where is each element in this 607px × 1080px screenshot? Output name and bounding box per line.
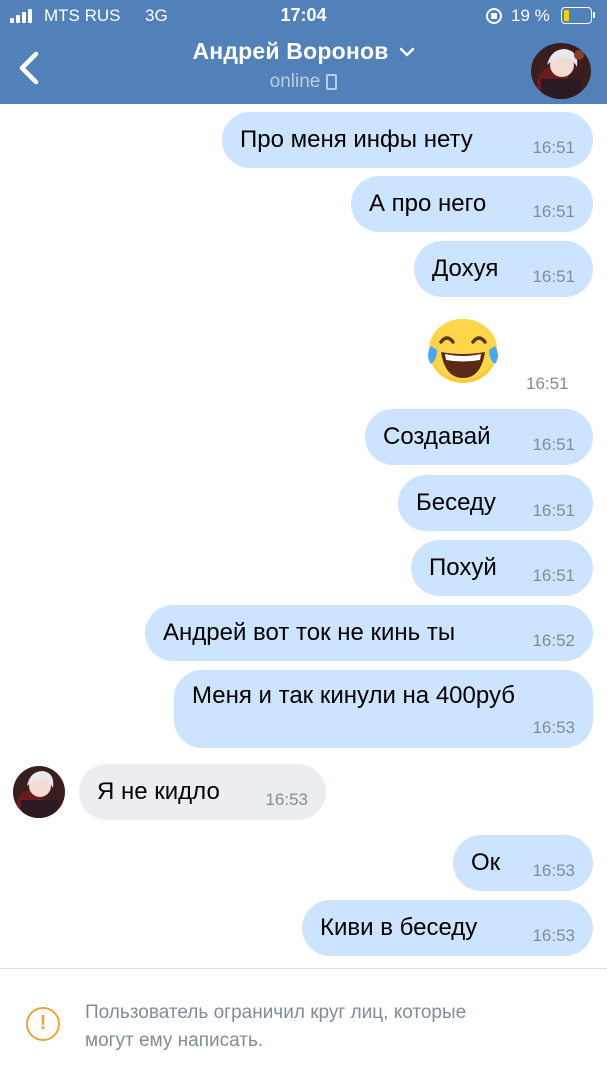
message-outgoing[interactable]: Меня и так кинули на 400руб 16:53 xyxy=(174,670,593,748)
chat-title-block[interactable]: Андрей Воронов online xyxy=(120,38,487,93)
message-text: А про него xyxy=(369,190,487,217)
contact-name-button[interactable]: Андрей Воронов xyxy=(192,38,414,65)
message-text: Беседу xyxy=(416,489,496,516)
message-text: Меня и так кинули на 400руб xyxy=(192,682,515,709)
message-time: 16:51 xyxy=(532,501,575,520)
message-outgoing[interactable]: Создавай 16:51 xyxy=(365,409,593,465)
contact-name: Андрей Воронов xyxy=(192,38,389,64)
battery-icon xyxy=(561,7,595,24)
message-outgoing[interactable]: Ок 16:53 xyxy=(453,835,593,891)
message-outgoing[interactable]: А про него 16:51 xyxy=(351,176,593,232)
message-outgoing[interactable]: Похуй 16:51 xyxy=(411,540,593,596)
laughing-tears-emoji-icon[interactable] xyxy=(425,316,501,386)
message-time: 16:53 xyxy=(265,790,308,809)
message-text: Создавай xyxy=(383,423,491,450)
message-outgoing[interactable]: Андрей вот ток не кинь ты 16:52 xyxy=(145,605,593,661)
message-time: 16:53 xyxy=(532,718,575,737)
exclamation-circle-icon: ! xyxy=(26,1007,60,1041)
message-text: Я не кидло xyxy=(97,778,220,805)
message-text: Андрей вот ток не кинь ты xyxy=(163,619,456,646)
chat-header: MTS RUS 3G 17:04 19 % Андрей Воронов onl… xyxy=(0,0,607,104)
message-incoming[interactable]: Я не кидло 16:53 xyxy=(79,764,326,820)
mobile-phone-icon xyxy=(326,74,338,90)
online-status-text: online xyxy=(269,71,321,92)
status-bar: MTS RUS 3G 17:04 19 % xyxy=(0,0,607,34)
message-time: 16:51 xyxy=(532,202,575,221)
message-time: 16:51 xyxy=(526,374,569,393)
message-text: Похуй xyxy=(429,554,497,581)
message-time: 16:52 xyxy=(532,631,575,650)
message-time: 16:53 xyxy=(532,861,575,880)
chevron-down-icon xyxy=(399,47,414,56)
message-outgoing[interactable]: Беседу 16:51 xyxy=(398,475,593,531)
battery-percent: 19 % xyxy=(511,6,550,25)
orientation-lock-icon xyxy=(486,8,502,24)
message-outgoing[interactable]: Дохуя 16:51 xyxy=(414,241,593,297)
message-text: Ок xyxy=(471,849,501,876)
sender-avatar[interactable] xyxy=(13,766,65,818)
message-outgoing[interactable]: Киви в беседу 16:53 xyxy=(302,900,593,956)
contact-status: online xyxy=(120,71,487,93)
message-text: Киви в беседу xyxy=(320,914,478,941)
message-time: 16:51 xyxy=(532,566,575,585)
message-outgoing[interactable]: Про меня инфы нету 16:51 xyxy=(222,112,593,168)
message-time: 16:51 xyxy=(532,267,575,286)
write-restricted-footer: ! Пользователь ограничил круг лиц, котор… xyxy=(0,968,607,1080)
contact-avatar[interactable] xyxy=(531,43,591,99)
message-time: 16:53 xyxy=(532,926,575,945)
message-time: 16:51 xyxy=(532,138,575,157)
message-text: Про меня инфы нету xyxy=(240,126,473,153)
back-arrow-icon[interactable] xyxy=(14,48,50,88)
write-restricted-notice: Пользователь ограничил круг лиц, которые… xyxy=(85,1002,467,1051)
message-list[interactable]: Про меня инфы нету 16:51 А про него 16:5… xyxy=(0,104,607,968)
message-time: 16:51 xyxy=(532,435,575,454)
battery-level xyxy=(563,9,569,21)
message-text: Дохуя xyxy=(432,255,499,282)
